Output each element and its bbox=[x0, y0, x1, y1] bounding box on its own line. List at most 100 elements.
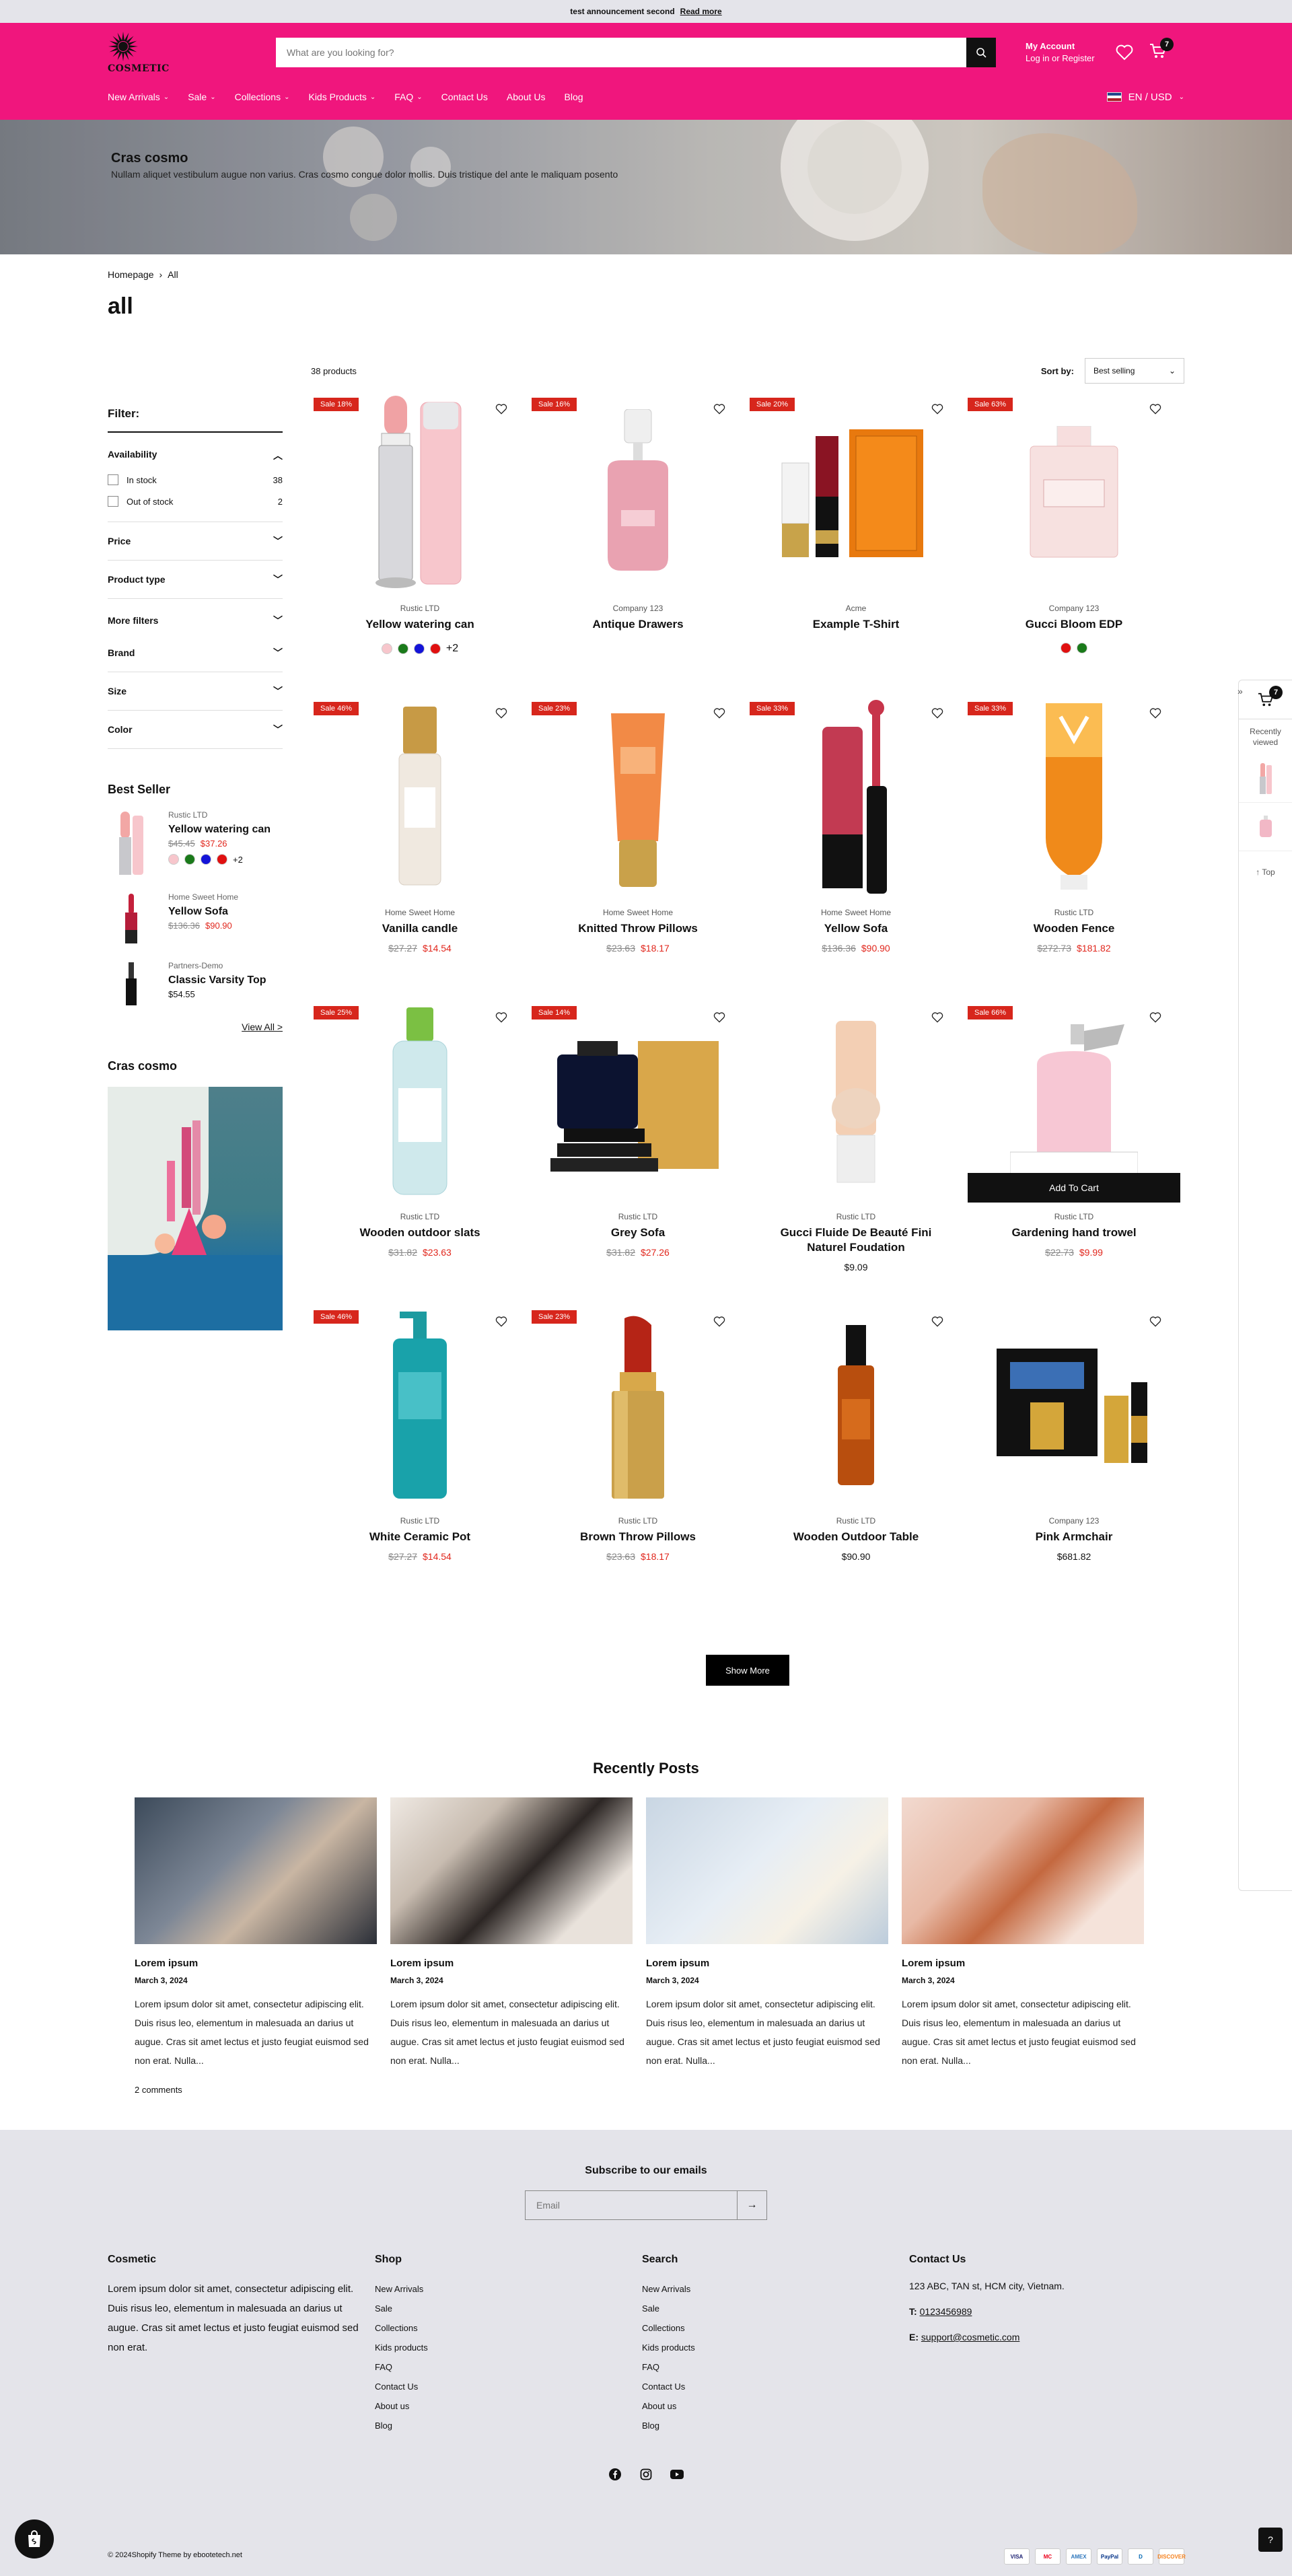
footer-link[interactable]: Contact Us bbox=[642, 2377, 909, 2396]
logo[interactable]: COSMETIC bbox=[108, 31, 276, 74]
filter-group-toggle[interactable]: Product type ﹀ bbox=[108, 561, 283, 599]
best-seller-item[interactable]: Partners-Demo Classic Varsity Top $54.55 bbox=[108, 961, 283, 1008]
product-card[interactable]: Sale 14% Rustic LTD Grey Sofa $31.82 $27.26 bbox=[529, 1001, 747, 1305]
recent-thumb[interactable] bbox=[1239, 803, 1292, 851]
footer-link[interactable]: New Arrivals bbox=[375, 2279, 642, 2299]
filter-group-toggle[interactable]: Price ﹀ bbox=[108, 522, 283, 561]
product-card[interactable]: Company 123 Pink Armchair $681.82 bbox=[965, 1305, 1183, 1609]
best-seller-name[interactable]: Yellow watering can bbox=[168, 824, 271, 836]
back-to-top[interactable]: ↑ Top bbox=[1239, 851, 1292, 877]
view-all-link[interactable]: View All > bbox=[108, 1022, 283, 1032]
product-card[interactable]: Sale 46% Rustic LTD White Ceramic Pot $27.2… bbox=[311, 1305, 529, 1609]
wishlist-button[interactable] bbox=[489, 1005, 514, 1030]
wishlist-button[interactable] bbox=[925, 1005, 950, 1030]
product-card[interactable]: Sale 16% Company 123 Antique Drawers bbox=[529, 392, 747, 696]
product-card[interactable]: Sale 63% Company 123 Gucci Bloom EDP bbox=[965, 392, 1183, 696]
product-image[interactable] bbox=[529, 1305, 747, 1507]
help-button[interactable]: ? bbox=[1258, 2528, 1283, 2552]
footer-link[interactable]: Blog bbox=[375, 2416, 642, 2435]
footer-link[interactable]: Collections bbox=[642, 2318, 909, 2338]
wishlist-icon[interactable] bbox=[1116, 44, 1133, 61]
best-seller-item[interactable]: Home Sweet Home Yellow Sofa $136.36 $90.9… bbox=[108, 892, 283, 946]
product-card[interactable]: Sale 66% Add To Cart Rustic LTD Gardening h… bbox=[965, 1001, 1183, 1305]
product-card[interactable]: Sale 46% Home Sweet Home Vanilla candle $27… bbox=[311, 696, 529, 1001]
product-name[interactable]: Gardening hand trowel bbox=[965, 1225, 1183, 1240]
product-name[interactable]: Knitted Throw Pillows bbox=[529, 921, 747, 936]
wishlist-button[interactable] bbox=[1143, 1309, 1168, 1334]
wishlist-button[interactable] bbox=[925, 1309, 950, 1334]
wishlist-button[interactable] bbox=[707, 1005, 732, 1030]
product-image[interactable] bbox=[965, 1305, 1183, 1507]
nav-item[interactable]: FAQ ⌄ bbox=[394, 92, 422, 102]
best-seller-name[interactable]: Classic Varsity Top bbox=[168, 974, 266, 987]
wishlist-button[interactable] bbox=[1143, 1005, 1168, 1030]
wishlist-button[interactable] bbox=[925, 396, 950, 422]
product-name[interactable]: Brown Throw Pillows bbox=[529, 1530, 747, 1544]
post-title[interactable]: Lorem ipsum bbox=[390, 1958, 633, 1969]
product-image[interactable] bbox=[747, 696, 965, 898]
product-image[interactable] bbox=[311, 696, 529, 898]
product-image[interactable] bbox=[747, 1001, 965, 1203]
color-swatch[interactable] bbox=[413, 643, 425, 654]
swatch-green[interactable] bbox=[184, 854, 195, 865]
post-title[interactable]: Lorem ipsum bbox=[646, 1958, 888, 1969]
post-image[interactable] bbox=[646, 1797, 888, 1944]
footer-link[interactable]: Contact Us bbox=[375, 2377, 642, 2396]
search-button[interactable] bbox=[966, 38, 996, 67]
product-name[interactable]: Wooden Fence bbox=[965, 921, 1183, 936]
filter-group-toggle[interactable]: More filters ﹀ bbox=[108, 599, 283, 634]
product-name[interactable]: Wooden Outdoor Table bbox=[747, 1530, 965, 1544]
product-card[interactable]: Sale 25% Rustic LTD Wooden outdoor slats $3… bbox=[311, 1001, 529, 1305]
wishlist-button[interactable] bbox=[1143, 701, 1168, 726]
instagram-icon[interactable] bbox=[639, 2468, 653, 2481]
footer-phone[interactable]: 0123456989 bbox=[920, 2306, 972, 2317]
footer-link[interactable]: Kids products bbox=[642, 2338, 909, 2357]
color-swatch[interactable] bbox=[1061, 643, 1071, 653]
product-name[interactable]: Example T-Shirt bbox=[747, 617, 965, 632]
nav-item[interactable]: Kids Products ⌄ bbox=[308, 92, 375, 102]
product-card[interactable]: Rustic LTD Wooden Outdoor Table $90.90 bbox=[747, 1305, 965, 1609]
product-image[interactable] bbox=[529, 392, 747, 594]
widget-cart[interactable]: 7 bbox=[1239, 680, 1292, 719]
availability-toggle[interactable]: Availability ︿ bbox=[108, 449, 283, 462]
color-swatch[interactable] bbox=[397, 643, 408, 654]
show-more-button[interactable]: Show More bbox=[706, 1655, 789, 1686]
filter-group-toggle[interactable]: Brand ﹀ bbox=[108, 634, 283, 672]
product-name[interactable]: Pink Armchair bbox=[965, 1530, 1183, 1544]
youtube-icon[interactable] bbox=[670, 2468, 684, 2481]
product-name[interactable]: Grey Sofa bbox=[529, 1225, 747, 1240]
add-to-cart-button[interactable]: Add To Cart bbox=[968, 1173, 1180, 1203]
product-image[interactable] bbox=[529, 696, 747, 898]
product-image[interactable] bbox=[311, 392, 529, 594]
footer-link[interactable]: Kids products bbox=[375, 2338, 642, 2357]
product-image[interactable] bbox=[747, 1305, 965, 1507]
footer-link[interactable]: About us bbox=[375, 2396, 642, 2416]
post-image[interactable] bbox=[390, 1797, 633, 1944]
account-link[interactable]: My Account Log in or Register bbox=[1026, 40, 1106, 65]
wishlist-button[interactable] bbox=[925, 701, 950, 726]
facebook-icon[interactable] bbox=[608, 2468, 622, 2481]
swatch-blue[interactable] bbox=[201, 854, 211, 865]
nav-item[interactable]: Contact Us bbox=[441, 92, 488, 102]
shopify-bag-icon[interactable] bbox=[15, 2519, 54, 2559]
color-swatch[interactable] bbox=[1077, 643, 1087, 653]
product-image[interactable] bbox=[965, 1001, 1183, 1203]
footer-link[interactable]: Sale bbox=[375, 2299, 642, 2318]
footer-link[interactable]: About us bbox=[642, 2396, 909, 2416]
nav-item[interactable]: New Arrivals ⌄ bbox=[108, 92, 169, 102]
post-image[interactable] bbox=[902, 1797, 1144, 1944]
product-card[interactable]: Sale 23% Rustic LTD Brown Throw Pillows $23… bbox=[529, 1305, 747, 1609]
locale-selector[interactable]: EN / USD ⌄ bbox=[1106, 92, 1184, 103]
best-seller-name[interactable]: Yellow Sofa bbox=[168, 906, 238, 918]
post-comments[interactable]: 2 comments bbox=[135, 2085, 377, 2095]
post-image[interactable] bbox=[135, 1797, 377, 1944]
email-input[interactable] bbox=[526, 2191, 737, 2219]
wishlist-button[interactable] bbox=[489, 396, 514, 422]
product-name[interactable]: Yellow Sofa bbox=[747, 921, 965, 936]
sidebar-banner-image[interactable] bbox=[108, 1087, 283, 1330]
product-name[interactable]: Gucci Bloom EDP bbox=[965, 617, 1183, 632]
footer-link[interactable]: New Arrivals bbox=[642, 2279, 909, 2299]
in-stock-checkbox[interactable]: In stock 38 bbox=[108, 474, 283, 485]
wishlist-button[interactable] bbox=[707, 701, 732, 726]
color-swatch[interactable] bbox=[381, 643, 392, 654]
